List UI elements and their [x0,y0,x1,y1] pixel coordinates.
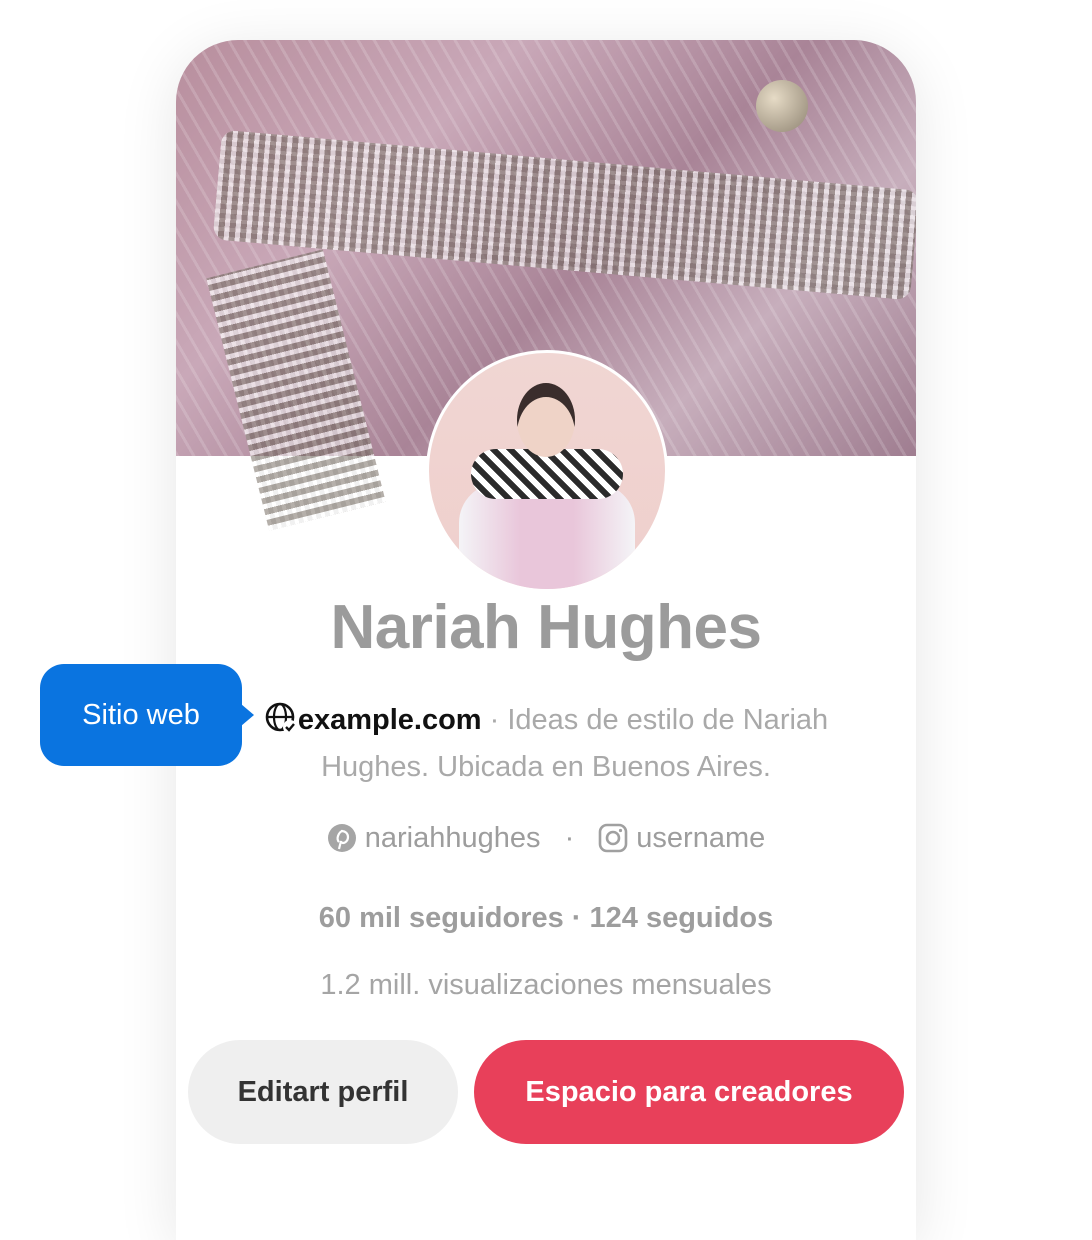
pinterest-icon [327,824,356,852]
tooltip-label: Sitio web [82,698,200,731]
creator-hub-button[interactable]: Espacio para creadores [474,1040,904,1144]
instagram-link[interactable]: username [598,822,765,854]
pinterest-handle: nariahhughes [364,822,541,854]
instagram-handle: username [636,822,766,854]
profile-name: Nariah Hughes [330,593,762,662]
cover-metal-button [756,80,808,132]
profile-card: Nariah Hughes example.com · Ideas de est… [176,40,916,1240]
socials-separator: · [564,822,575,854]
website-tooltip: Sitio web [40,664,254,766]
website-link[interactable]: example.com [298,704,482,736]
edit-profile-button[interactable]: Editart perfil [188,1040,458,1144]
avatar-body [459,483,635,589]
monthly-views: 1.2 mill. visualizaciones mensuales [320,969,772,1001]
avatar[interactable] [426,350,668,592]
social-links: nariahhughes · username [176,822,916,855]
instagram-icon [598,823,628,853]
avatar-head [517,383,575,457]
pinterest-link[interactable]: nariahhughes [327,822,549,854]
bio-separator: · [481,704,508,736]
follower-stats[interactable]: 60 mil seguidores · 124 seguidos [176,902,916,935]
cover-belt-strap [206,249,386,531]
profile-bio: example.com · Ideas de estilo de Nariah … [216,700,876,788]
globe-check-icon [264,701,298,747]
